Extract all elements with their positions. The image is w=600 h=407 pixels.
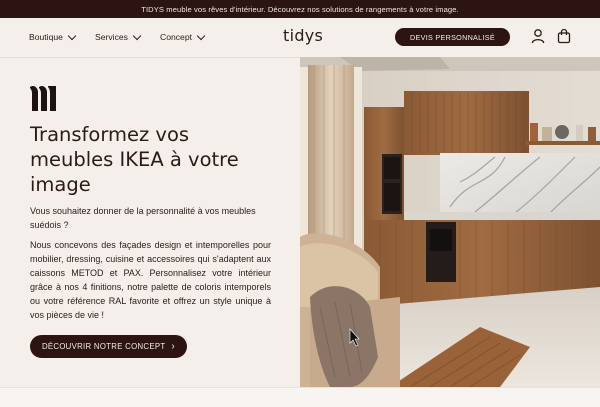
- nav-label: Boutique: [29, 32, 63, 42]
- chevron-down-icon: [196, 31, 206, 40]
- section-divider: [0, 387, 600, 407]
- hero-kitchen-image: [300, 57, 600, 387]
- hero-title: Transformez vos meubles IKEA à votre ima…: [30, 123, 239, 196]
- nav-item-concept[interactable]: Concept: [160, 31, 206, 42]
- announcement-text: TIDYS meuble vos rêves d'intérieur. Déco…: [141, 4, 459, 14]
- kitchen-illustration: [300, 57, 600, 387]
- main-navigation: Boutique Services Concept tidys DEVIS PE…: [0, 18, 600, 58]
- announcement-bar: TIDYS meuble vos rêves d'intérieur. Déco…: [0, 0, 600, 18]
- nav-item-boutique[interactable]: Boutique: [29, 31, 77, 42]
- quote-button[interactable]: DEVIS PERSONNALISÉ: [395, 28, 510, 46]
- button-label: DÉCOUVRIR NOTRE CONCEPT: [41, 342, 166, 351]
- nav-item-services[interactable]: Services: [95, 31, 142, 42]
- nav-label: Services: [95, 32, 128, 42]
- brand-mark-icon: [30, 85, 56, 111]
- discover-concept-button[interactable]: DÉCOUVRIR NOTRE CONCEPT ›: [30, 335, 187, 358]
- hero-body: Nous concevons des façades design et int…: [30, 240, 271, 321]
- site-logo[interactable]: tidys: [283, 26, 323, 45]
- hero-text-panel: Transformez vos meubles IKEA à votre ima…: [0, 57, 300, 387]
- bag-icon[interactable]: [557, 28, 571, 44]
- nav-label: Concept: [160, 32, 193, 42]
- chevron-down-icon: [67, 31, 77, 40]
- chevron-down-icon: [132, 31, 142, 40]
- hero-intro: Vous souhaitez donner de la personnalité…: [30, 206, 256, 230]
- chevron-right-icon: ›: [171, 341, 176, 352]
- user-icon[interactable]: [531, 28, 545, 44]
